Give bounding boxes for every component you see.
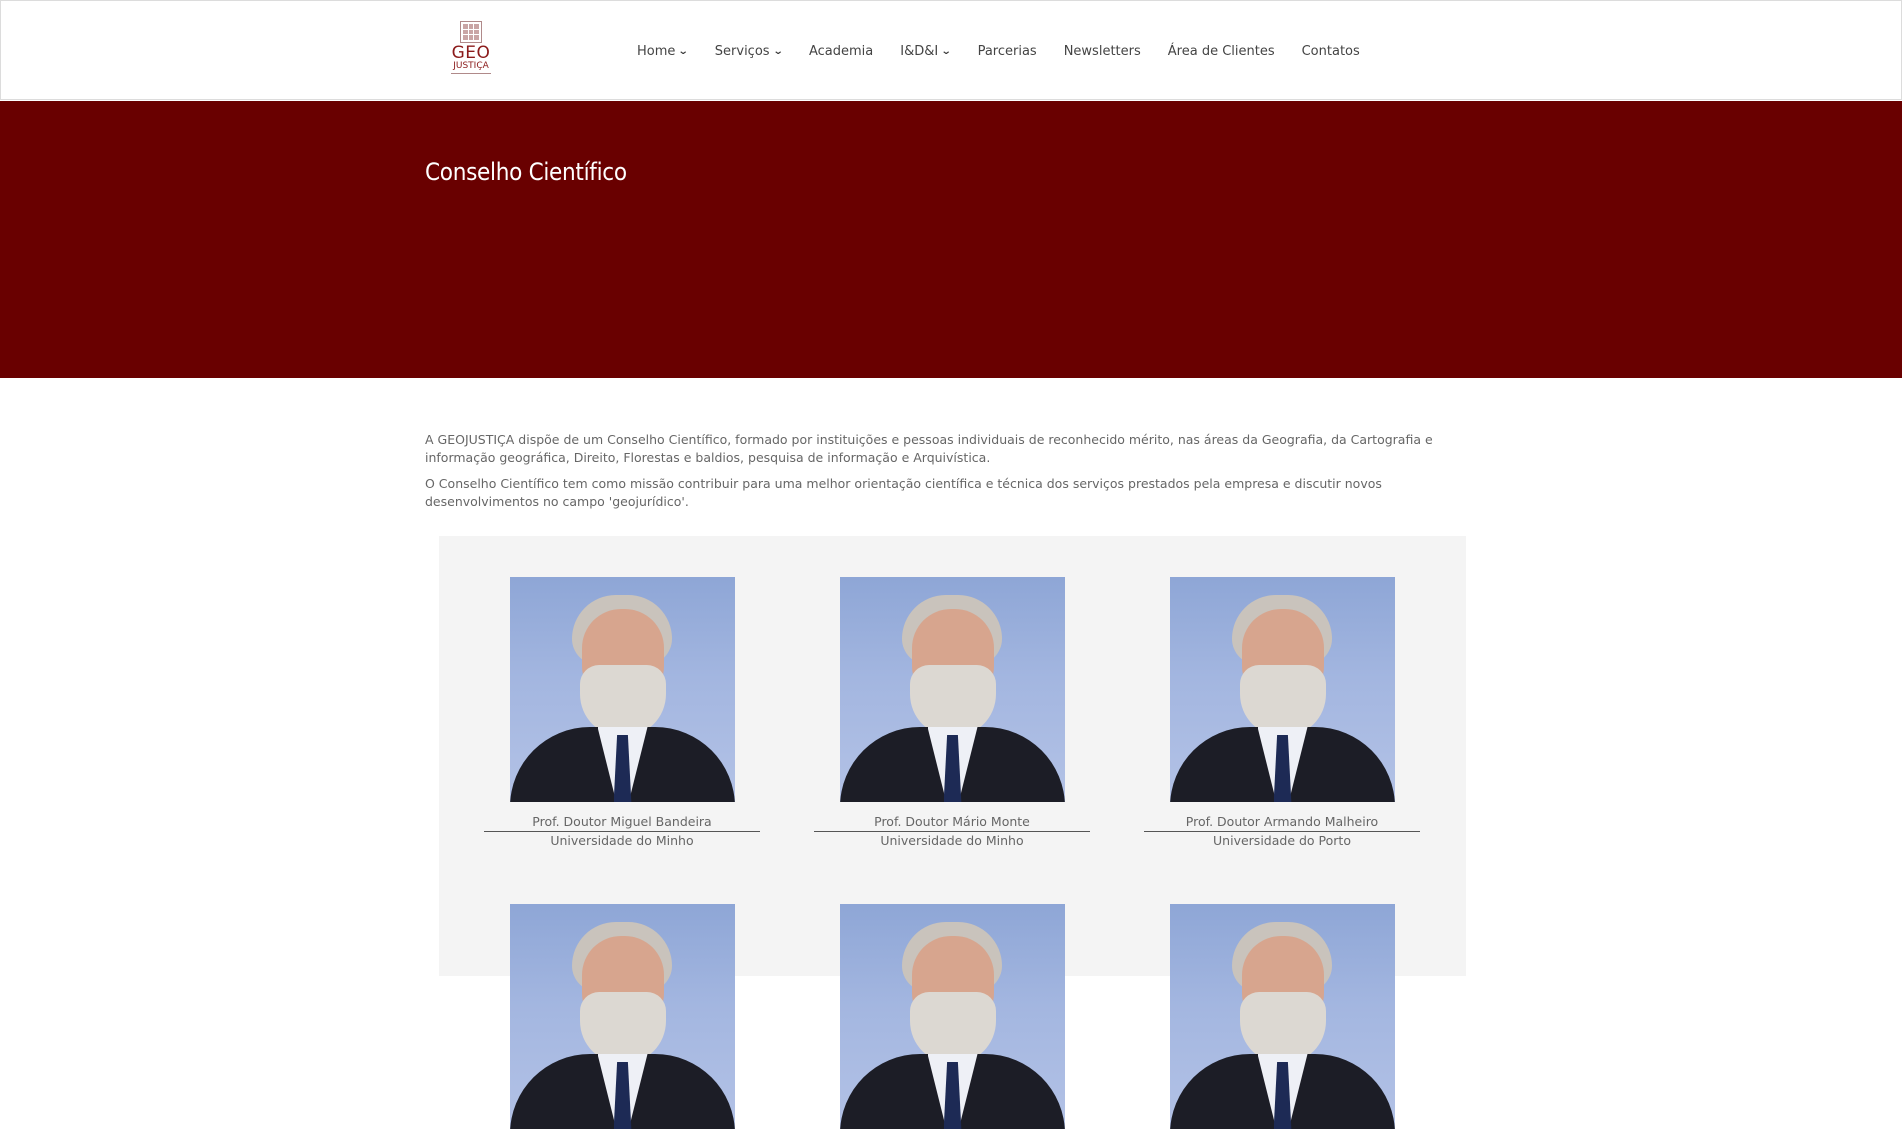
page-banner: Conselho Científico	[0, 101, 1902, 378]
nav-item-home[interactable]: Home ⌄	[637, 43, 690, 59]
member-name: Prof. Doutor Mário Monte	[814, 814, 1090, 832]
nav-item-contatos[interactable]: Contatos	[1302, 44, 1360, 59]
member-card: Prof. Doutor Armando Malheiro Universida…	[1144, 577, 1420, 850]
chevron-down-icon: ⌄	[772, 45, 784, 57]
member-card	[1144, 904, 1420, 1129]
member-name: Prof. Doutor Armando Malheiro	[1144, 814, 1420, 832]
chevron-down-icon: ⌄	[940, 45, 952, 57]
member-photo	[509, 904, 735, 1129]
chevron-down-icon: ⌄	[678, 45, 690, 57]
intro-paragraph: A GEOJUSTIÇA dispõe de um Conselho Cient…	[425, 432, 1433, 465]
nav-item-area-clientes[interactable]: Área de Clientes	[1168, 44, 1275, 59]
member-photo	[1169, 577, 1395, 802]
logo-underline	[451, 73, 491, 74]
nav-item-label: Serviços	[714, 43, 770, 59]
nav-item-label: Parcerias	[977, 43, 1037, 59]
nav-item-idi[interactable]: I&D&I ⌄	[900, 43, 952, 59]
member-photo	[839, 577, 1065, 802]
nav-item-academia[interactable]: Academia	[809, 44, 873, 59]
nav-item-label: Área de Clientes	[1167, 43, 1275, 59]
site-header: GEO JUSTIÇA Home ⌄ Serviços ⌄ Academia I…	[0, 0, 1902, 100]
member-institution: Universidade do Minho	[880, 833, 1024, 848]
nav-item-label: Home	[637, 43, 676, 59]
member-card	[484, 904, 760, 1129]
member-name: Prof. Doutor Miguel Bandeira	[484, 814, 760, 832]
member-photo	[1169, 904, 1395, 1129]
member-photo	[839, 904, 1065, 1129]
member-card: Prof. Doutor Mário Monte Universidade do…	[814, 577, 1090, 850]
intro-paragraph: O Conselho Científico tem como missão co…	[425, 476, 1382, 509]
nav-item-parcerias[interactable]: Parcerias	[978, 44, 1037, 59]
nav-item-servicos[interactable]: Serviços ⌄	[714, 43, 784, 59]
member-card: Prof. Doutor Miguel Bandeira Universidad…	[484, 577, 760, 850]
geojustica-logo[interactable]: GEO JUSTIÇA	[447, 21, 495, 79]
member-institution: Universidade do Minho	[550, 833, 694, 848]
logo-mark-icon	[460, 21, 482, 43]
logo-text-justica: JUSTIÇA	[453, 61, 489, 71]
logo-text-geo: GEO	[451, 43, 491, 63]
main-nav: Home ⌄ Serviços ⌄ Academia I&D&I ⌄ Parce…	[637, 41, 1360, 61]
page-title: Conselho Científico	[425, 158, 627, 186]
member-institution: Universidade do Porto	[1213, 833, 1351, 848]
intro-text: A GEOJUSTIÇA dispõe de um Conselho Cient…	[425, 431, 1455, 519]
nav-item-label: I&D&I	[900, 43, 939, 59]
nav-item-label: Contatos	[1301, 43, 1360, 59]
members-panel: Prof. Doutor Miguel Bandeira Universidad…	[439, 536, 1466, 1129]
member-photo	[509, 577, 735, 802]
member-card	[814, 904, 1090, 1129]
nav-item-label: Academia	[808, 43, 874, 59]
nav-item-newsletters[interactable]: Newsletters	[1064, 44, 1141, 59]
nav-item-label: Newsletters	[1063, 43, 1141, 59]
